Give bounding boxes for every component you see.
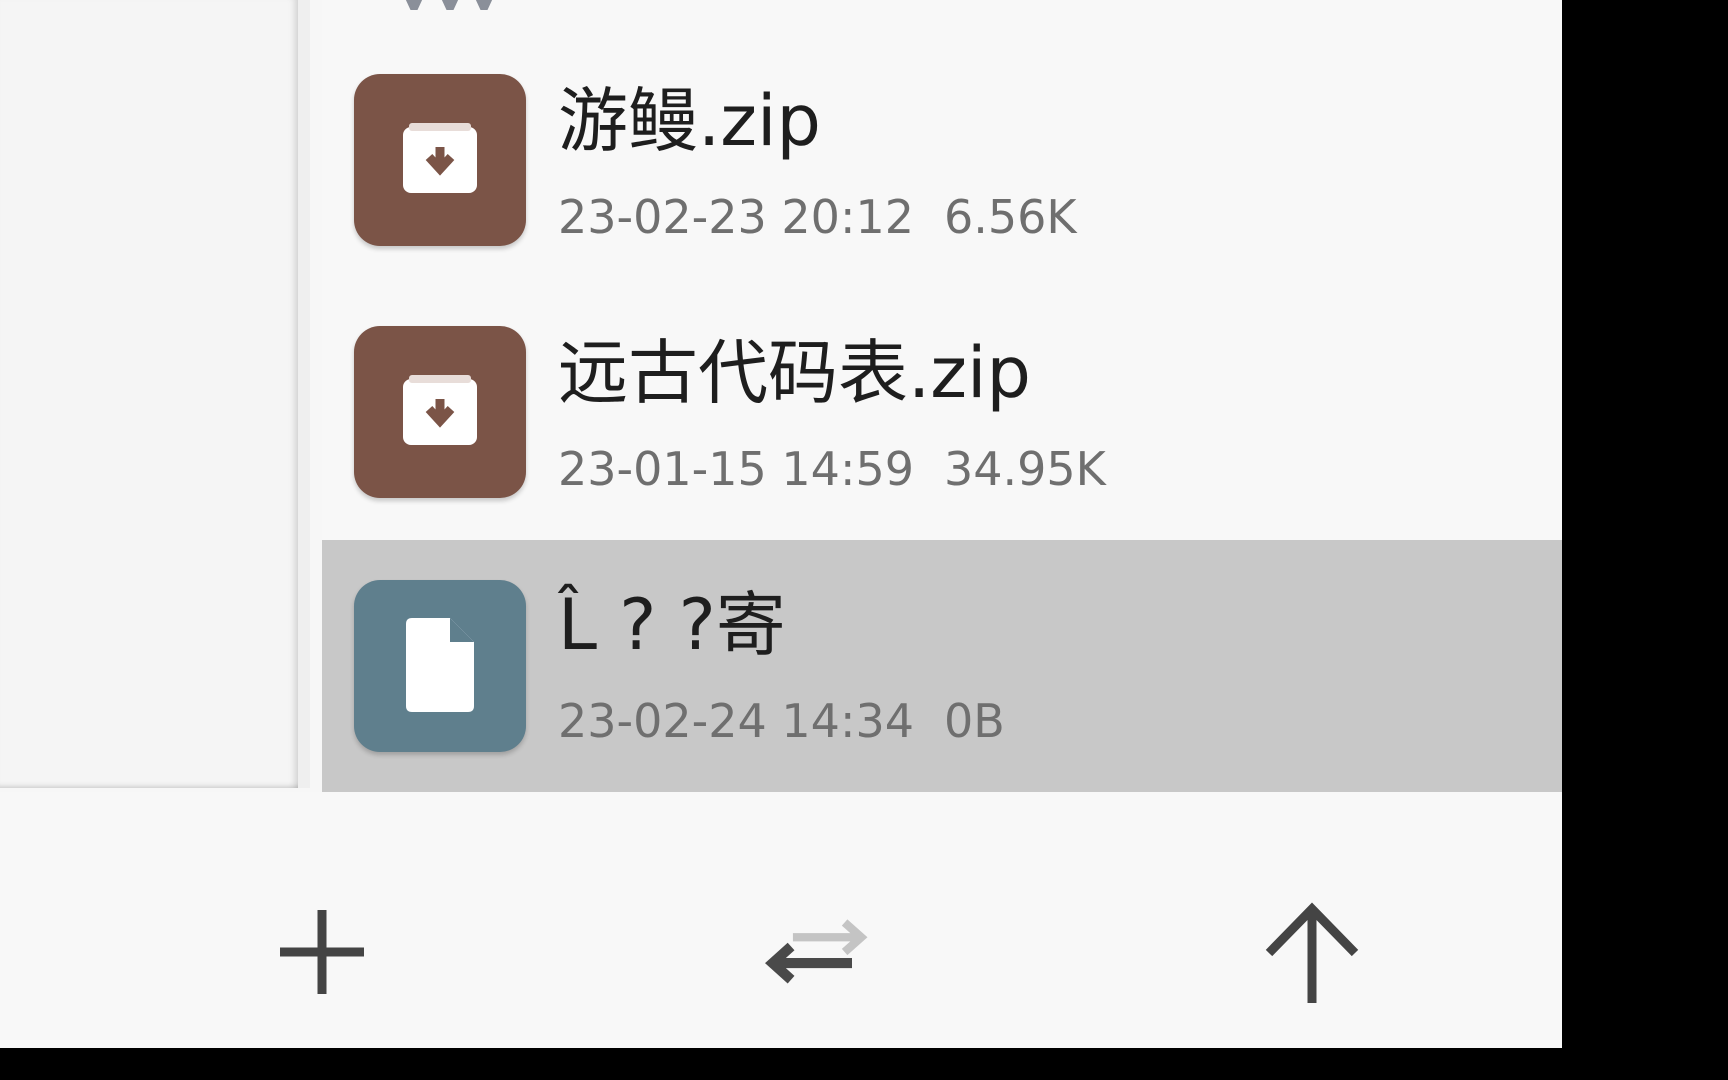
swap-button[interactable] — [756, 892, 876, 1012]
file-date: 23-02-24 14:34 — [558, 694, 914, 748]
up-button[interactable] — [1252, 892, 1372, 1012]
file-size: 0B — [943, 694, 1005, 748]
document-icon — [354, 580, 526, 752]
add-button[interactable] — [262, 892, 382, 1012]
file-name: L̂ ? ?寄 — [558, 584, 786, 666]
file-row[interactable]: 远古代码表.zip 23-01-15 14:59 34.95K — [322, 292, 1562, 544]
file-meta: 23-01-15 14:59 34.95K — [558, 446, 1106, 492]
partial-folder-icon — [405, 0, 493, 10]
file-manager-window: 游鳗.zip 23-02-23 20:12 6.56K 远古代码表.zip 23-… — [0, 0, 1562, 1048]
arrow-up-icon — [1265, 902, 1359, 1003]
file-meta: 23-02-23 20:12 6.56K — [558, 194, 1077, 240]
file-name: 游鳗.zip — [558, 80, 821, 162]
file-date: 23-02-23 20:12 — [558, 190, 914, 244]
file-size: 34.95K — [943, 442, 1106, 496]
archive-icon — [354, 74, 526, 246]
swap-arrows-icon — [765, 919, 868, 984]
file-meta: 23-02-24 14:34 0B — [558, 698, 1005, 744]
file-size: 6.56K — [943, 190, 1077, 244]
file-row-selected[interactable]: L̂ ? ?寄 23-02-24 14:34 0B — [322, 540, 1562, 792]
file-row[interactable]: 游鳗.zip 23-02-23 20:12 6.56K — [322, 40, 1562, 292]
file-date: 23-01-15 14:59 — [558, 442, 914, 496]
file-name: 远古代码表.zip — [558, 332, 1031, 414]
plus-icon — [280, 910, 364, 994]
left-pane — [0, 0, 310, 788]
bottom-toolbar — [0, 792, 1562, 1048]
archive-icon — [354, 326, 526, 498]
file-list: 游鳗.zip 23-02-23 20:12 6.56K 远古代码表.zip 23-… — [322, 0, 1562, 792]
